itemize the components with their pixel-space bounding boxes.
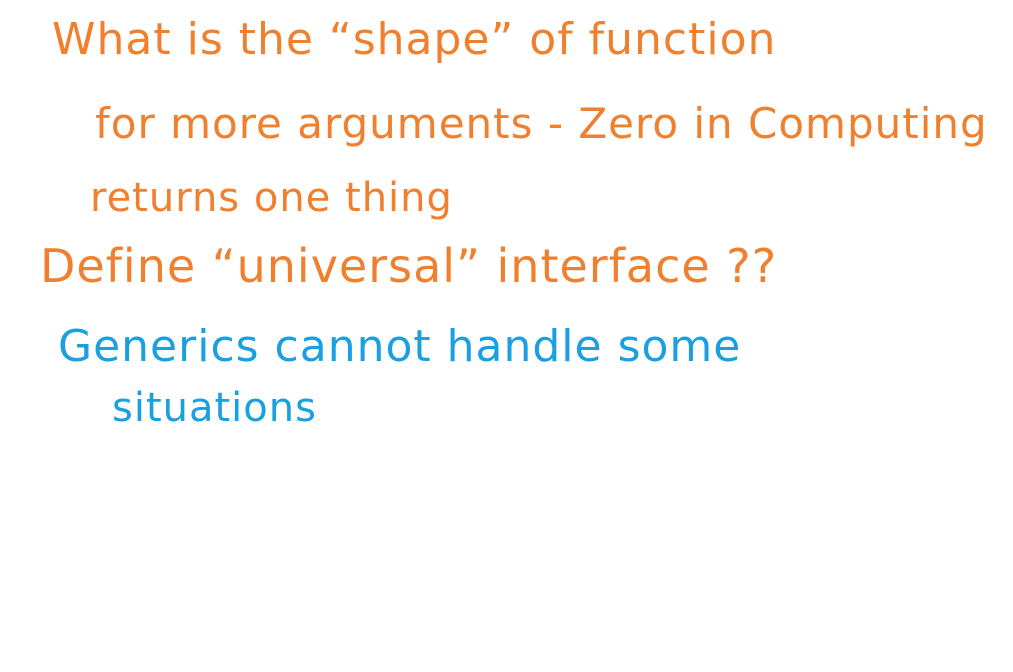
handwritten-line-2: for more arguments - Zero in Computing <box>95 99 988 148</box>
whiteboard-canvas: What is the “shape” of function for more… <box>0 0 1013 672</box>
handwritten-line-6: situations <box>112 385 317 431</box>
handwritten-line-4: Define “universal” interface ?? <box>40 239 778 293</box>
handwritten-line-1: What is the “shape” of function <box>52 14 777 65</box>
handwritten-line-5: Generics cannot handle some <box>58 321 742 372</box>
handwritten-line-3: returns one thing <box>90 175 453 221</box>
